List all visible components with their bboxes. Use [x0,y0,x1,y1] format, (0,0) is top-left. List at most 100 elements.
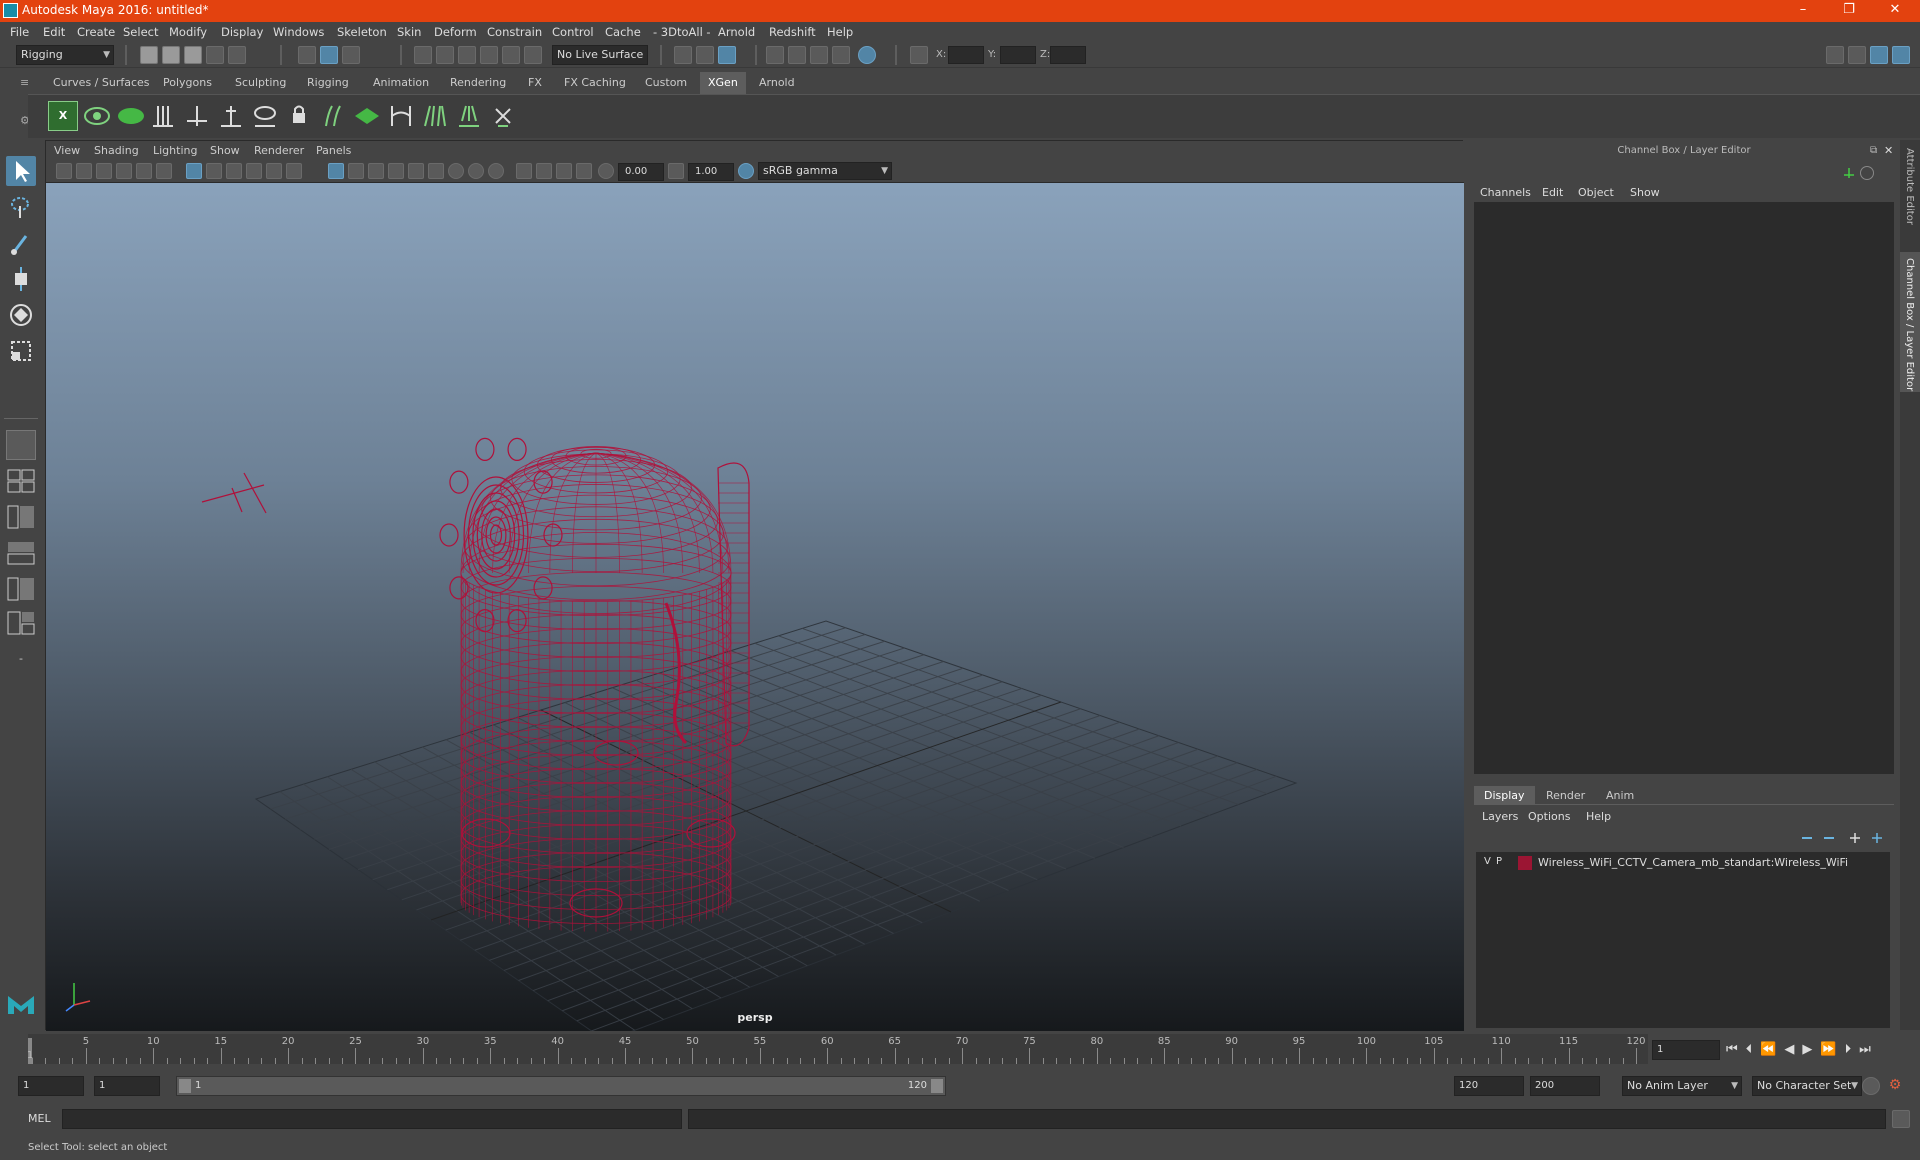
menu-edit[interactable]: Edit [43,25,65,39]
xray-joints-icon[interactable] [576,163,592,179]
shelf-tab-rigging[interactable]: Rigging [307,76,349,89]
rotate-tool-icon[interactable] [6,300,36,330]
open-scene-icon[interactable] [162,46,180,64]
menu-deform[interactable]: Deform [434,25,477,39]
menu-select[interactable]: Select [123,25,158,39]
output-ops-icon[interactable] [696,46,714,64]
gate-mask-icon[interactable] [246,163,262,179]
snap-grid-icon[interactable] [414,46,432,64]
animation-end-input[interactable]: 200 [1530,1076,1600,1096]
layer-row[interactable]: V P Wireless_WiFi_CCTV_Camera_mb_standar… [1476,854,1890,872]
ipr-render-icon[interactable] [810,46,828,64]
xgen-editor-icon[interactable]: X [48,101,78,131]
go-to-start-icon[interactable]: ⏮ [1726,1042,1746,1057]
maximize-button[interactable]: ❐ [1826,0,1872,22]
layout-outliner-graph-icon[interactable] [6,576,36,602]
snap-vertex-icon[interactable] [524,46,542,64]
field-chart-icon[interactable] [266,163,282,179]
undo-icon[interactable] [206,46,224,64]
playback-end-input[interactable]: 120 [1454,1076,1524,1096]
tool-settings-toggle-icon[interactable] [1892,46,1910,64]
wireframe-shading-icon[interactable] [328,163,344,179]
menu-3dtoall[interactable]: - 3DtoAll - [653,25,711,39]
construction-history-icon[interactable] [718,46,736,64]
2d-pan-zoom-icon[interactable] [136,163,152,179]
animation-preferences-icon[interactable]: ⚙ [1886,1077,1904,1095]
menu-cache[interactable]: Cache [605,25,641,39]
shelf-tab-animation[interactable]: Animation [373,76,429,89]
gamma-input[interactable]: 1.00 [688,163,734,181]
layout-outliner-persp-icon[interactable] [6,504,36,530]
xgen-create-description-icon[interactable] [116,101,146,131]
scale-tool-icon[interactable] [6,336,36,366]
xgen-lock-guides-icon[interactable] [284,101,314,131]
new-layer-selected-icon[interactable] [1870,832,1884,844]
go-to-end-icon[interactable]: ⏭ [1859,1042,1879,1057]
redo-icon[interactable] [228,46,246,64]
xgen-sculpt-guides-icon[interactable] [216,101,246,131]
play-forward-icon[interactable]: ▶ [1802,1042,1820,1057]
step-forward-key-icon[interactable]: ⏵ [1845,1042,1860,1057]
menu-windows[interactable]: Windows [273,25,324,39]
shelf-tab-sculpting[interactable]: Sculpting [235,76,286,89]
color-management-icon[interactable] [738,163,754,179]
use-all-lights-icon[interactable] [408,163,424,179]
xgen-preview-icon[interactable] [82,101,112,131]
auto-key-icon[interactable] [1862,1077,1880,1095]
resolution-gate-icon[interactable] [226,163,242,179]
layer-menu-help[interactable]: Help [1586,810,1611,823]
channel-box-menu-show[interactable]: Show [1630,186,1660,199]
select-component-icon[interactable] [342,46,360,64]
float-panel-icon[interactable]: ⧉ [1870,145,1880,156]
grease-pencil-icon[interactable] [156,163,172,179]
toolbox-more-icon[interactable]: - [6,652,36,674]
modeling-toolkit-icon[interactable] [1826,46,1844,64]
live-surface-field[interactable]: No Live Surface [552,45,648,65]
shadows-icon[interactable] [428,163,444,179]
range-end-handle[interactable] [931,1079,943,1093]
new-layer-icon[interactable] [1848,832,1862,844]
channel-box-menu-edit[interactable]: Edit [1542,186,1563,199]
menu-control[interactable]: Control [552,25,594,39]
xgen-interactive-groom-icon[interactable] [352,101,382,131]
character-set-dropdown[interactable]: No Character Set ▼ [1752,1076,1862,1096]
mode-dropdown[interactable]: Rigging ▼ [16,45,114,65]
current-frame-input[interactable]: 1 [1652,1040,1720,1060]
step-forward-frame-icon[interactable]: ⏩ [1820,1042,1844,1057]
script-language-label[interactable]: MEL [28,1112,51,1125]
save-scene-icon[interactable] [184,46,202,64]
move-tool-icon[interactable] [6,264,36,294]
select-tool-icon[interactable] [6,156,36,186]
wireframe-on-shaded-icon[interactable] [368,163,384,179]
menu-help[interactable]: Help [827,25,853,39]
exposure-input[interactable]: 0.00 [618,163,664,181]
layer-visibility-toggle[interactable]: V [1484,856,1491,867]
layout-graph-persp-icon[interactable] [6,540,36,566]
color-space-dropdown[interactable]: sRGB gamma ▼ [758,162,892,180]
layer-tab-render[interactable]: Render [1536,786,1595,805]
shelf-tab-arnold[interactable]: Arnold [759,76,795,89]
play-back-icon[interactable]: ◀ [1784,1042,1802,1057]
grid-toggle-icon[interactable] [186,163,202,179]
3d-scene-view[interactable]: persp [46,183,1464,1031]
xgen-delete-icon[interactable] [488,101,518,131]
xgen-cut-icon[interactable] [454,101,484,131]
snap-point-icon[interactable] [458,46,476,64]
render-settings-icon[interactable] [832,46,850,64]
menu-constrain[interactable]: Constrain [487,25,542,39]
safe-action-icon[interactable] [286,163,302,179]
scene-canvas[interactable] [46,183,1464,1031]
range-slider[interactable]: 1 120 [176,1076,946,1096]
shelf-tab-custom[interactable]: Custom [645,76,687,89]
layer-menu-layers[interactable]: Layers [1482,810,1518,823]
transform-mode-icon[interactable] [910,46,928,64]
shelf-tab-fx[interactable]: FX [528,76,542,89]
range-start-handle[interactable] [179,1079,191,1093]
side-tab-channel-box[interactable]: Channel Box / Layer Editor [1904,258,1915,391]
xgen-guides-to-curves-icon[interactable] [318,101,348,131]
channel-box-option-icon[interactable] [1860,166,1874,180]
minimize-button[interactable]: – [1780,0,1826,22]
camera-attributes-icon[interactable] [76,163,92,179]
menu-modify[interactable]: Modify [169,25,207,39]
select-object-icon[interactable] [320,46,338,64]
